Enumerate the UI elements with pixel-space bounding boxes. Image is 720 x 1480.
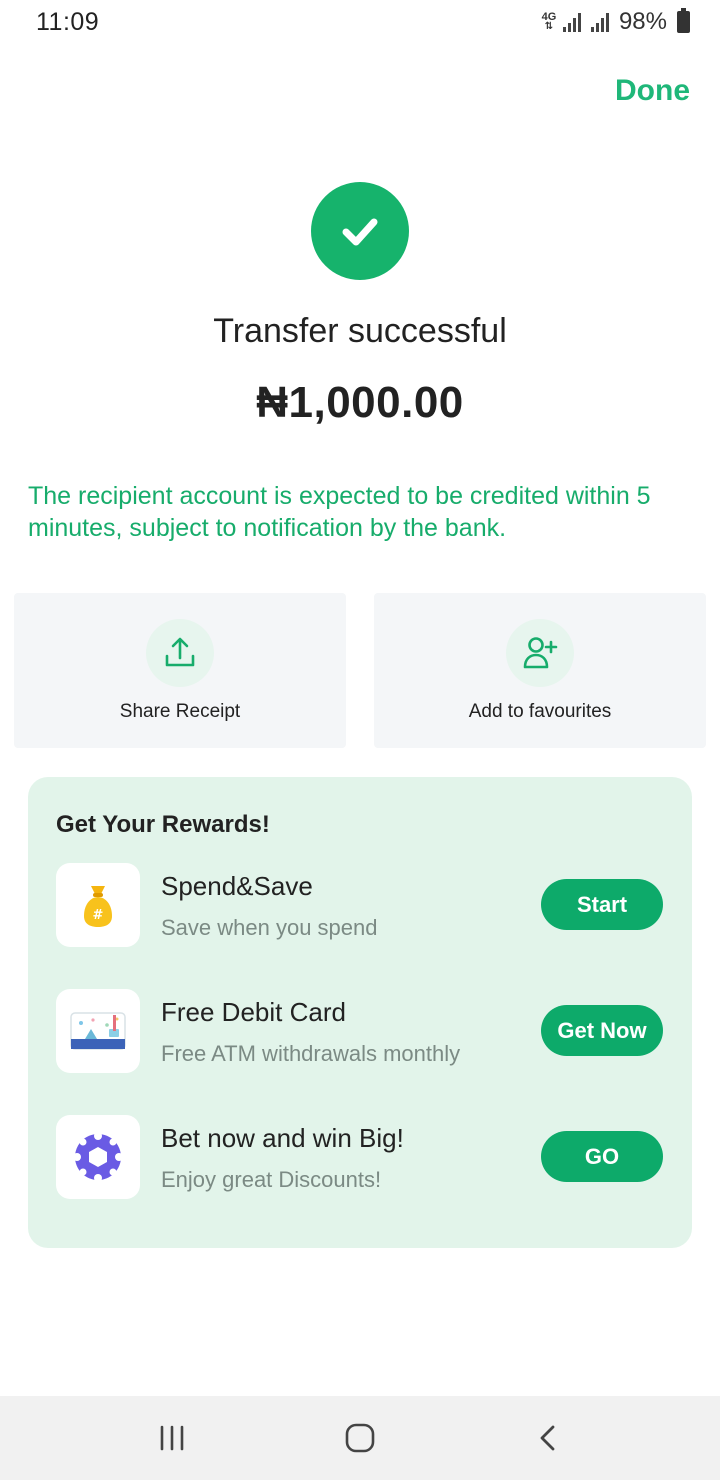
rewards-panel: Get Your Rewards! # Spend&Save Save when… [28, 777, 692, 1248]
battery-percent: 98% [618, 8, 667, 35]
add-to-favourites-button[interactable]: Add to favourites [374, 593, 706, 748]
add-to-favourites-label: Add to favourites [468, 701, 612, 722]
back-icon[interactable] [518, 1418, 578, 1458]
signal-icon [562, 12, 581, 32]
home-icon[interactable] [330, 1418, 390, 1458]
recent-apps-icon[interactable] [142, 1418, 202, 1458]
done-button[interactable]: Done [615, 74, 690, 108]
status-time: 11:09 [36, 8, 100, 36]
share-upload-icon [146, 619, 214, 687]
reward-subtitle: Save when you spend [161, 915, 378, 940]
reward-item-spend-save: # Spend&Save Save when you spend Start [28, 863, 692, 947]
add-user-icon [506, 619, 574, 687]
share-receipt-label: Share Receipt [119, 701, 241, 722]
reward-title: Bet now and win Big! [161, 1123, 404, 1153]
reward-title: Spend&Save [161, 871, 313, 901]
share-receipt-button[interactable]: Share Receipt [14, 593, 346, 748]
reward-title: Free Debit Card [161, 997, 346, 1027]
rewards-title: Get Your Rewards! [56, 811, 270, 838]
signal-icon-2 [590, 12, 609, 32]
reward-item-bet: Bet now and win Big! Enjoy great Discoun… [28, 1115, 692, 1199]
network-type-icon: 4G ⇅ [541, 11, 557, 32]
success-check-icon [311, 182, 409, 280]
svg-text:#: # [93, 908, 104, 923]
status-bar: 11:09 4G ⇅ 98% [0, 0, 720, 44]
status-indicators: 4G ⇅ 98% [541, 8, 690, 36]
transfer-amount: ₦1,000.00 [256, 378, 464, 427]
get-now-button[interactable]: Get Now [541, 1005, 663, 1056]
reward-item-debit-card: Free Debit Card Free ATM withdrawals mon… [28, 989, 692, 1073]
reward-subtitle: Enjoy great Discounts! [161, 1167, 382, 1192]
credit-notice: The recipient account is expected to be … [28, 482, 651, 542]
money-bag-icon: # [56, 863, 140, 947]
reward-subtitle: Free ATM withdrawals monthly [161, 1041, 461, 1066]
start-button[interactable]: Start [541, 879, 663, 930]
debit-card-icon [56, 989, 140, 1073]
go-button[interactable]: GO [541, 1131, 663, 1182]
transfer-status-title: Transfer successful [213, 312, 507, 350]
system-nav-bar [0, 1396, 720, 1480]
poker-chip-icon [56, 1115, 140, 1199]
battery-icon [677, 8, 690, 33]
